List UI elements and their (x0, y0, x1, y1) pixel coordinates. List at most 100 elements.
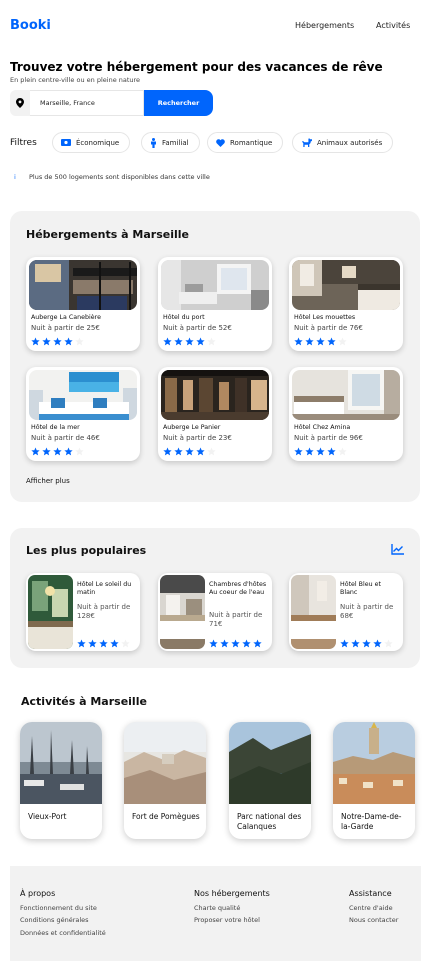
star-filled-icon (163, 337, 172, 346)
popular-hotel-card[interactable]: Hôtel Le soleil du matin Nuit à partir d… (26, 573, 140, 651)
hotel-name: Auberge Le Panier (163, 424, 221, 431)
hotel-name: Hôtel du port (163, 314, 205, 321)
star-filled-icon (77, 639, 86, 648)
activity-card[interactable]: Parc national des Calanques (229, 722, 311, 839)
filter-chip-economique[interactable]: Économique (52, 132, 131, 153)
hotel-photo (29, 370, 137, 420)
site-footer: À propos Fonctionnement du site Conditio… (10, 866, 421, 961)
star-empty-icon (121, 639, 130, 648)
hotel-card[interactable]: Hôtel Les mouettes Nuit à partir de 76€ (289, 257, 403, 351)
hotel-price: Nuit à partir de 46€ (31, 434, 100, 442)
star-filled-icon (31, 447, 40, 456)
filter-chip-familial[interactable]: Familial (141, 132, 200, 153)
hotel-photo (161, 260, 269, 310)
star-filled-icon (174, 337, 183, 346)
popular-title: Les plus populaires (26, 544, 147, 557)
star-empty-icon (338, 447, 347, 456)
filter-chip-label: Économique (76, 138, 120, 147)
activity-label: Vieux-Port (28, 812, 67, 821)
activity-photo (333, 722, 415, 804)
rating-stars (163, 447, 218, 456)
footer-link[interactable]: Nous contacter (349, 916, 398, 924)
star-filled-icon (42, 447, 51, 456)
rating-stars (163, 337, 218, 346)
info-icon: i (14, 173, 16, 181)
hotel-name: Chambres d'hôtes Au coeur de l'eau (209, 581, 267, 596)
star-filled-icon (64, 337, 73, 346)
hotel-photo (292, 370, 400, 420)
footer-heading: Assistance (349, 889, 392, 898)
filter-chip-label: Romantique (230, 138, 273, 147)
filter-chip-romantique[interactable]: Romantique (207, 132, 284, 153)
hotel-card[interactable]: Hôtel Chez Amina Nuit à partir de 96€ (289, 367, 403, 461)
popular-hotel-card[interactable]: Chambres d'hôtes Au coeur de l'eau Nuit … (158, 573, 272, 651)
hotel-name: Hôtel Le soleil du matin (77, 581, 132, 596)
rating-stars (31, 447, 86, 456)
footer-link[interactable]: Centre d'aide (349, 904, 393, 912)
star-filled-icon (294, 337, 303, 346)
activities-title: Activités à Marseille (21, 695, 147, 708)
star-filled-icon (53, 447, 62, 456)
search-input[interactable]: Marseille, France (30, 90, 144, 116)
hotel-name: Hôtel de la mer (31, 424, 80, 431)
filter-chip-animaux[interactable]: Animaux autorisés (292, 132, 394, 153)
search-button[interactable]: Rechercher (144, 90, 213, 116)
popular-hotel-card[interactable]: Hôtel Bleu et Blanc Nuit à partir de 68€ (289, 573, 403, 651)
rating-stars (209, 639, 264, 648)
footer-link[interactable]: Fonctionnement du site (20, 904, 97, 912)
hotel-photo (29, 260, 137, 310)
star-empty-icon (75, 337, 84, 346)
star-filled-icon (42, 337, 51, 346)
star-filled-icon (220, 639, 229, 648)
hotel-card[interactable]: Auberge La Canebière Nuit à partir de 25… (26, 257, 140, 351)
activity-photo (20, 722, 102, 804)
nav-link-activites[interactable]: Activités (376, 21, 410, 30)
hotel-price: Nuit à partir de 71€ (209, 611, 263, 628)
star-filled-icon (209, 639, 218, 648)
star-filled-icon (305, 447, 314, 456)
star-filled-icon (242, 639, 251, 648)
star-filled-icon (174, 447, 183, 456)
dog-icon (301, 138, 312, 147)
activity-card[interactable]: Vieux-Port (20, 722, 102, 839)
star-filled-icon (340, 639, 349, 648)
star-filled-icon (305, 337, 314, 346)
activity-label: Notre-Dame-de-la-Garde (341, 812, 402, 831)
accommodations-title: Hébergements à Marseille (26, 228, 189, 241)
footer-link[interactable]: Données et confidentialité (20, 929, 106, 937)
page-subtitle: En plein centre-ville ou en pleine natur… (10, 76, 141, 84)
activity-card[interactable]: Fort de Pomègues (124, 722, 206, 839)
hotel-card[interactable]: Hôtel du port Nuit à partir de 52€ (158, 257, 272, 351)
hotel-card[interactable]: Hôtel de la mer Nuit à partir de 46€ (26, 367, 140, 461)
footer-link[interactable]: Charte qualité (194, 904, 240, 912)
star-filled-icon (99, 639, 108, 648)
booki-logo[interactable]: Booki (10, 18, 51, 33)
star-filled-icon (53, 337, 62, 346)
page-title: Trouvez votre hébergement pour des vacan… (10, 60, 383, 74)
star-empty-icon (207, 337, 216, 346)
nav-link-hebergements[interactable]: Hébergements (295, 21, 354, 30)
footer-link[interactable]: Conditions générales (20, 916, 89, 924)
activity-photo (124, 722, 206, 804)
show-more-link[interactable]: Afficher plus (26, 477, 70, 485)
activity-card[interactable]: Notre-Dame-de-la-Garde (333, 722, 415, 839)
rating-stars (294, 447, 349, 456)
hotel-photo (161, 370, 269, 420)
hotel-price: Nuit à partir de 25€ (31, 324, 100, 332)
trend-chart-icon (391, 544, 404, 557)
star-filled-icon (231, 639, 240, 648)
footer-link[interactable]: Proposer votre hôtel (194, 916, 260, 924)
filters-label: Filtres (10, 138, 37, 148)
star-filled-icon (327, 447, 336, 456)
star-empty-icon (207, 447, 216, 456)
star-empty-icon (338, 337, 347, 346)
hotel-name: Hôtel Les mouettes (294, 314, 356, 321)
star-empty-icon (75, 447, 84, 456)
footer-heading: À propos (20, 889, 56, 898)
star-filled-icon (327, 337, 336, 346)
availability-info: i Plus de 500 logements sont disponibles… (10, 170, 210, 184)
hotel-card[interactable]: Auberge Le Panier Nuit à partir de 23€ (158, 367, 272, 461)
footer-heading: Nos hébergements (194, 889, 270, 898)
rating-stars (294, 337, 349, 346)
star-filled-icon (351, 639, 360, 648)
